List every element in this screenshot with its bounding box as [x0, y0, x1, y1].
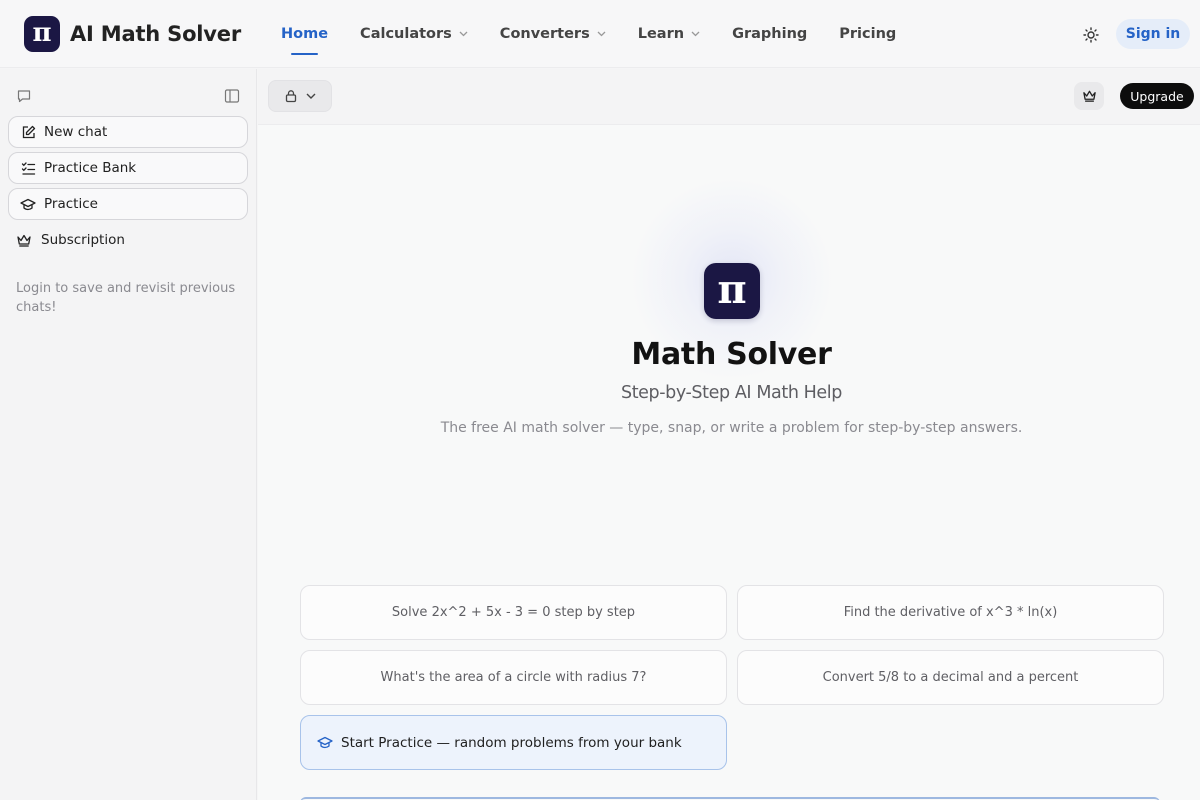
page-description: The free AI math solver — type, snap, or… — [440, 420, 1023, 436]
page-subtitle: Step-by-Step AI Math Help — [621, 383, 842, 403]
nav-home-label: Home — [281, 26, 329, 42]
nav-calculators-label: Calculators — [360, 26, 452, 42]
top-navigation: π AI Math Solver Home Calculators Conver… — [0, 0, 1200, 68]
suggestion-card[interactable]: Solve 2x^2 + 5x - 3 = 0 step by step — [300, 585, 727, 640]
hero-logo-icon: π — [704, 263, 760, 319]
nav-pricing[interactable]: Pricing — [839, 0, 896, 68]
sign-in-button[interactable]: Sign in — [1116, 19, 1190, 49]
sidebar-item-practice[interactable]: Practice — [8, 188, 248, 220]
login-hint: Login to save and revisit previous chats… — [16, 281, 236, 315]
chevron-down-icon — [597, 31, 606, 37]
brand-logo-icon: π — [24, 16, 60, 52]
start-practice-button[interactable]: Start Practice — random problems from yo… — [300, 715, 727, 770]
checklist-icon — [20, 160, 36, 176]
chevron-down-icon — [691, 31, 700, 37]
suggestion-card[interactable]: Convert 5/8 to a decimal and a percent — [737, 650, 1164, 705]
sidebar-item-label: New chat — [44, 124, 108, 140]
chat-toolbar: Upgrade — [258, 69, 1200, 125]
nav-graphing[interactable]: Graphing — [732, 0, 807, 68]
sidebar-item-label: Practice Bank — [44, 160, 137, 176]
nav-calculators[interactable]: Calculators — [360, 0, 468, 68]
chat-bubble-icon[interactable] — [15, 87, 33, 105]
premium-button[interactable] — [1074, 82, 1104, 110]
nav-pricing-label: Pricing — [839, 26, 897, 42]
sidebar-toggle-icon[interactable] — [223, 87, 241, 105]
sidebar-item-label: Practice — [44, 196, 98, 212]
brand-logo-glyph: π — [32, 18, 52, 48]
main-content: Upgrade π Math Solver Step-by-Step AI Ma… — [258, 69, 1200, 800]
graduation-cap-icon — [317, 735, 333, 751]
brand-name: AI Math Solver — [70, 22, 241, 46]
sidebar-item-label: Subscription — [41, 232, 125, 248]
graduation-cap-icon — [20, 196, 36, 212]
suggestion-card[interactable]: What's the area of a circle with radius … — [300, 650, 727, 705]
chevron-down-icon — [306, 93, 316, 99]
lock-icon — [285, 90, 297, 103]
sidebar-item-subscription[interactable]: Subscription — [8, 224, 248, 256]
nav-learn-label: Learn — [637, 26, 685, 42]
theme-toggle-button[interactable] — [1080, 24, 1102, 46]
start-practice-label: Start Practice — random problems from yo… — [341, 734, 682, 751]
chevron-down-icon — [459, 31, 468, 37]
model-selector-button[interactable] — [268, 80, 332, 112]
nav-home[interactable]: Home — [281, 0, 328, 68]
nav-converters[interactable]: Converters — [500, 0, 606, 68]
upgrade-button[interactable]: Upgrade — [1120, 83, 1194, 109]
crown-icon — [16, 232, 32, 248]
suggestion-card[interactable]: Find the derivative of x^3 * ln(x) — [737, 585, 1164, 640]
crown-icon — [1082, 90, 1096, 102]
sun-icon — [1083, 27, 1099, 43]
sidebar-item-new-chat[interactable]: New chat — [8, 116, 248, 148]
nav-graphing-label: Graphing — [732, 26, 808, 42]
nav-learn[interactable]: Learn — [638, 0, 700, 68]
nav-converters-label: Converters — [499, 26, 590, 42]
main-nav: Home Calculators Converters Learn Graphi… — [281, 0, 928, 68]
edit-icon — [20, 124, 36, 140]
page-title: Math Solver — [631, 337, 832, 372]
sidebar-item-practice-bank[interactable]: Practice Bank — [8, 152, 248, 184]
brand[interactable]: π AI Math Solver — [24, 16, 241, 52]
sidebar: New chat Practice Bank Practice Subscrip… — [0, 69, 257, 800]
hero-logo-glyph: π — [717, 265, 747, 313]
